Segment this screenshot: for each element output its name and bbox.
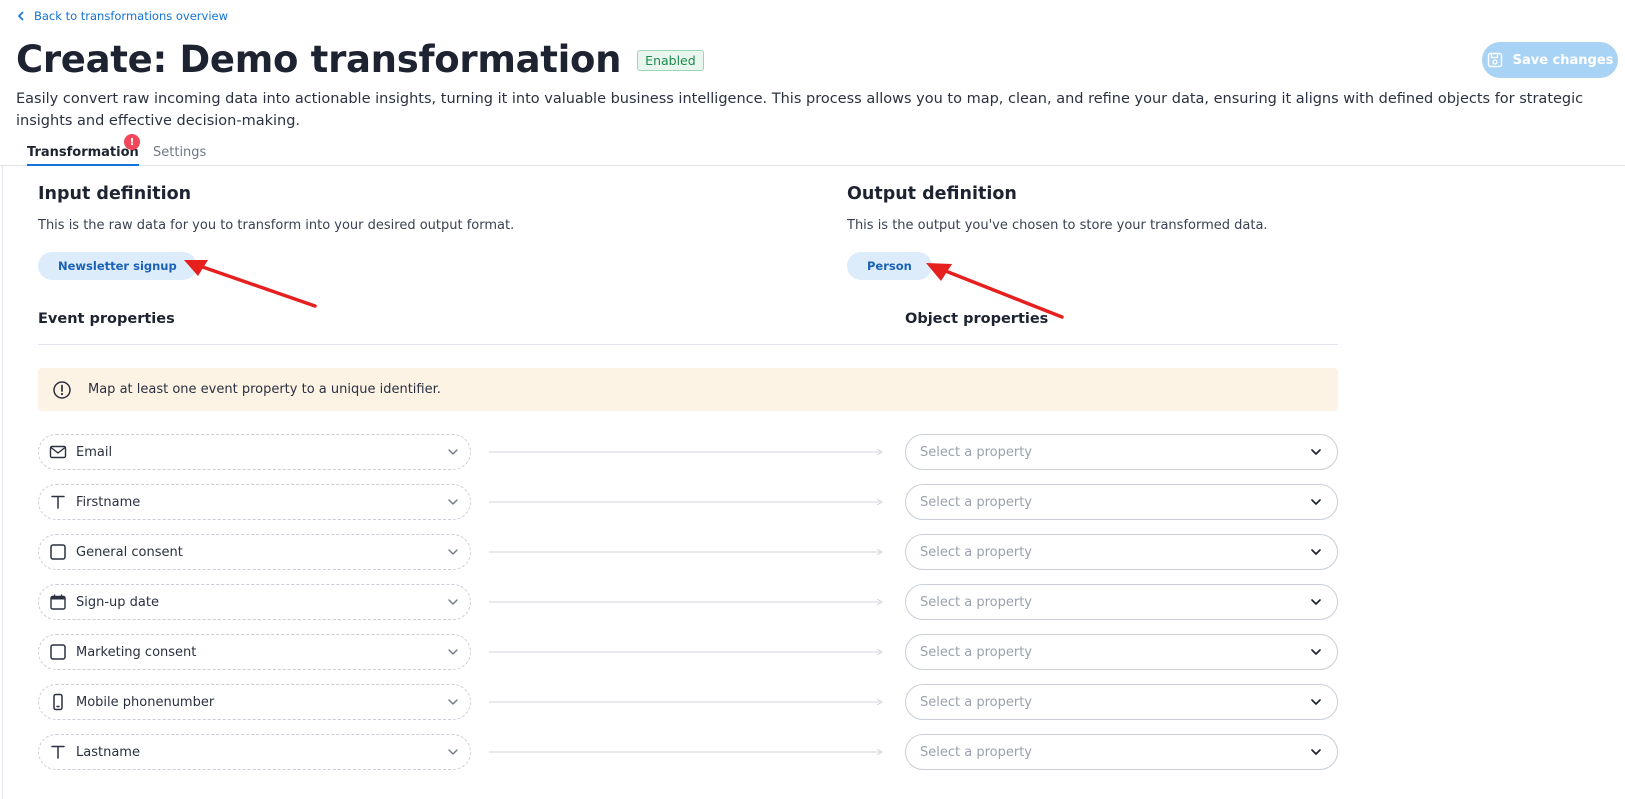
text-type-icon	[49, 493, 67, 511]
object-property-select[interactable]: Select a property	[905, 584, 1338, 620]
status-badge: Enabled	[637, 50, 704, 71]
page-description: Easily convert raw incoming data into ac…	[16, 91, 1584, 129]
object-property-select[interactable]: Select a property	[905, 484, 1338, 520]
mapping-connector	[489, 499, 885, 505]
annotation-arrow-input	[184, 260, 317, 308]
panel-border	[2, 166, 3, 799]
tab-settings-label: Settings	[153, 145, 207, 160]
mapping-row: Mobile phonenumber Select a property	[38, 684, 1338, 720]
phone-icon	[49, 693, 67, 711]
chevron-down-icon	[448, 549, 458, 555]
chevron-down-icon	[448, 699, 458, 705]
chevron-down-icon	[448, 599, 458, 605]
alert-circle-icon	[53, 380, 71, 399]
text-type-icon	[49, 743, 67, 761]
chevron-down-icon	[1311, 749, 1321, 755]
event-property-label: Email	[76, 444, 113, 460]
chevron-down-icon	[1311, 649, 1321, 655]
event-property-label: General consent	[76, 544, 183, 560]
mail-icon	[49, 443, 67, 461]
object-property-placeholder: Select a property	[920, 444, 1032, 460]
object-property-placeholder: Select a property	[920, 594, 1032, 610]
tab-transformation[interactable]: Transformation	[27, 145, 139, 166]
page-title: Create: Demo transformation	[16, 38, 622, 81]
output-definition-title: Output definition	[847, 184, 1017, 204]
title-row: Create: Demo transformation Enabled	[16, 38, 704, 81]
event-property-firstname[interactable]: Firstname	[38, 484, 471, 520]
event-property-label: Lastname	[76, 744, 140, 760]
output-definition-description: This is the output you've chosen to stor…	[847, 218, 1268, 233]
warning-text: Map at least one event property to a uni…	[88, 382, 441, 397]
input-definition-title: Input definition	[38, 184, 192, 204]
input-definition-description: This is the raw data for you to transfor…	[38, 218, 515, 233]
object-property-select[interactable]: Select a property	[905, 734, 1338, 770]
event-property-sign-up-date[interactable]: Sign-up date	[38, 584, 471, 620]
mapping-connector	[489, 449, 885, 455]
mapping-row: Marketing consent Select a property	[38, 634, 1338, 670]
chevron-down-icon	[1311, 699, 1321, 705]
object-property-placeholder: Select a property	[920, 494, 1032, 510]
chevron-down-icon	[448, 649, 458, 655]
calendar-icon	[49, 593, 67, 611]
checkbox-icon	[49, 543, 67, 561]
output-object-pill[interactable]: Person	[847, 252, 932, 280]
checkbox-icon	[49, 643, 67, 661]
mapping-row: General consent Select a property	[38, 534, 1338, 570]
output-object-pill-label: Person	[867, 259, 912, 273]
object-property-select[interactable]: Select a property	[905, 534, 1338, 570]
back-link-label: Back to transformations overview	[34, 9, 229, 23]
input-event-pill-label: Newsletter signup	[58, 259, 177, 273]
object-property-select[interactable]: Select a property	[905, 684, 1338, 720]
save-icon	[1487, 52, 1502, 68]
event-property-mobile-phonenumber[interactable]: Mobile phonenumber	[38, 684, 471, 720]
event-property-email[interactable]: Email	[38, 434, 471, 470]
mapping-row: Email Select a property	[38, 434, 1338, 470]
mapping-connector	[489, 649, 885, 655]
mapping-connector	[489, 599, 885, 605]
object-property-placeholder: Select a property	[920, 544, 1032, 560]
input-event-pill[interactable]: Newsletter signup	[38, 252, 197, 280]
event-property-label: Firstname	[76, 494, 141, 510]
event-property-lastname[interactable]: Lastname	[38, 734, 471, 770]
error-badge: !	[124, 134, 140, 150]
object-property-placeholder: Select a property	[920, 694, 1032, 710]
mapping-row: Firstname Select a property	[38, 484, 1338, 520]
chevron-down-icon	[1311, 499, 1321, 505]
warning-banner: Map at least one event property to a uni…	[38, 368, 1338, 411]
save-changes-label: Save changes	[1512, 52, 1614, 68]
save-changes-button[interactable]: Save changes	[1482, 42, 1618, 78]
chevron-down-icon	[448, 749, 458, 755]
tab-transformation-label: Transformation	[27, 145, 139, 160]
object-property-select[interactable]: Select a property	[905, 634, 1338, 670]
chevron-down-icon	[1311, 599, 1321, 605]
chevron-down-icon	[1311, 549, 1321, 555]
header-divider	[38, 344, 1338, 345]
event-property-label: Mobile phonenumber	[76, 694, 215, 710]
chevron-down-icon	[448, 499, 458, 505]
tab-bar: Transformation ! Settings	[0, 134, 1625, 166]
mapping-row: Lastname Select a property	[38, 734, 1338, 770]
back-link[interactable]: Back to transformations overview	[16, 9, 228, 23]
tab-settings[interactable]: Settings	[153, 145, 206, 160]
object-property-placeholder: Select a property	[920, 644, 1032, 660]
chevron-left-icon	[18, 11, 24, 21]
event-properties-header: Event properties	[38, 311, 175, 327]
event-property-general-consent[interactable]: General consent	[38, 534, 471, 570]
event-property-marketing-consent[interactable]: Marketing consent	[38, 634, 471, 670]
mapping-connector	[489, 749, 885, 755]
object-properties-header: Object properties	[905, 311, 1049, 327]
mapping-connector	[489, 549, 885, 555]
chevron-down-icon	[1311, 449, 1321, 455]
mapping-connector	[489, 699, 885, 705]
chevron-down-icon	[448, 449, 458, 455]
event-property-label: Sign-up date	[76, 594, 159, 610]
object-property-select[interactable]: Select a property	[905, 434, 1338, 470]
object-property-placeholder: Select a property	[920, 744, 1032, 760]
event-property-label: Marketing consent	[76, 644, 197, 660]
mapping-row: Sign-up date Select a property	[38, 584, 1338, 620]
